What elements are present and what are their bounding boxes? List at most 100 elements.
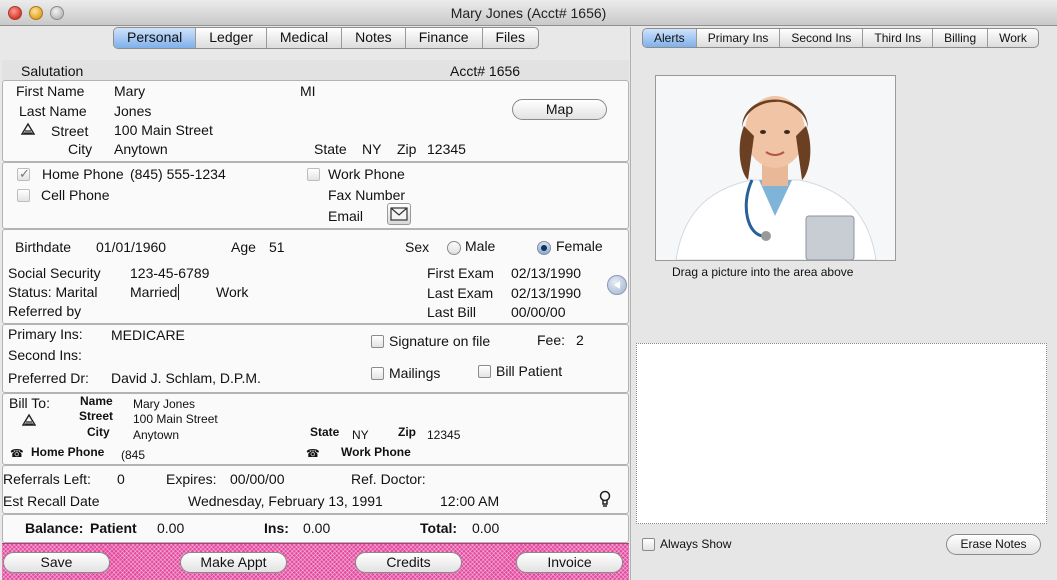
work-phone-checkbox[interactable] bbox=[307, 168, 320, 181]
tab-alerts[interactable]: Alerts bbox=[643, 29, 697, 47]
fax-number-label: Fax Number bbox=[328, 187, 406, 203]
tab-files[interactable]: Files bbox=[483, 28, 539, 48]
tab-primary-ins[interactable]: Primary Ins bbox=[697, 29, 781, 47]
alert-notes-area[interactable] bbox=[636, 343, 1047, 524]
lightbulb-icon[interactable] bbox=[598, 490, 612, 511]
street-label: Street bbox=[51, 123, 89, 139]
home-phone-checkbox[interactable] bbox=[17, 166, 30, 182]
tab-billing[interactable]: Billing bbox=[933, 29, 989, 47]
save-button[interactable]: Save bbox=[3, 552, 110, 573]
preferred-dr-label: Preferred Dr: bbox=[8, 370, 89, 386]
bill-to-label: Bill To: bbox=[9, 395, 50, 411]
birthdate-label: Birthdate bbox=[15, 239, 72, 255]
invoice-button[interactable]: Invoice bbox=[516, 552, 623, 573]
referrals-left-field[interactable]: 0 bbox=[117, 471, 125, 487]
map-button[interactable]: Map bbox=[512, 99, 607, 120]
tab-third-ins[interactable]: Third Ins bbox=[863, 29, 934, 47]
expires-field[interactable]: 00/00/00 bbox=[230, 471, 285, 487]
fee-field[interactable]: 2 bbox=[576, 332, 584, 348]
title-bar: Mary Jones (Acct# 1656) bbox=[0, 0, 1057, 26]
info-tabs: Alerts Primary Ins Second Ins Third Ins … bbox=[642, 28, 1039, 48]
preferred-dr-field[interactable]: David J. Schlam, D.P.M. bbox=[111, 370, 261, 386]
tab-notes[interactable]: Notes bbox=[342, 28, 406, 48]
bill-street-field[interactable]: 100 Main Street bbox=[133, 412, 218, 426]
first-exam-field[interactable]: 02/13/1990 bbox=[511, 265, 581, 281]
send-email-button[interactable] bbox=[387, 203, 411, 225]
balance-total-label: Total: bbox=[420, 520, 458, 536]
phone-icon: ☎ bbox=[306, 448, 320, 460]
bill-street-label: Street bbox=[79, 409, 114, 423]
last-exam-label: Last Exam bbox=[427, 285, 494, 301]
social-security-label: Social Security bbox=[8, 265, 101, 281]
zip-label: Zip bbox=[397, 141, 417, 157]
age-field: 51 bbox=[269, 239, 285, 255]
street-field[interactable]: 100 Main Street bbox=[114, 122, 213, 138]
state-label: State bbox=[314, 141, 347, 157]
last-name-field[interactable]: Jones bbox=[114, 103, 151, 119]
middle-initial-label: MI bbox=[300, 83, 316, 99]
credits-button[interactable]: Credits bbox=[355, 552, 462, 573]
tab-ledger[interactable]: Ledger bbox=[196, 28, 267, 48]
referrals-left-label: Referrals Left: bbox=[3, 471, 91, 487]
always-show-checkbox[interactable] bbox=[642, 538, 655, 551]
birthdate-field[interactable]: 01/01/1960 bbox=[96, 239, 166, 255]
bill-state-field[interactable]: NY bbox=[352, 428, 369, 442]
tab-personal[interactable]: Personal bbox=[114, 28, 197, 48]
patient-tabs: Personal Ledger Medical Notes Finance Fi… bbox=[113, 27, 540, 49]
drag-picture-hint: Drag a picture into the area above bbox=[672, 265, 854, 279]
male-label: Male bbox=[465, 238, 496, 254]
first-name-field[interactable]: Mary bbox=[114, 83, 145, 99]
ref-doctor-label: Ref. Doctor: bbox=[351, 471, 426, 487]
insurance-section bbox=[2, 324, 629, 393]
female-label: Female bbox=[556, 238, 603, 254]
tab-work[interactable]: Work bbox=[988, 29, 1038, 47]
home-phone-field[interactable]: (845) 555-1234 bbox=[130, 166, 226, 182]
marital-status-field[interactable]: Married bbox=[130, 284, 180, 300]
erase-notes-button[interactable]: Erase Notes bbox=[946, 534, 1041, 555]
female-radio[interactable] bbox=[537, 241, 551, 255]
last-exam-field[interactable]: 02/13/1990 bbox=[511, 285, 581, 301]
second-ins-label: Second Ins: bbox=[8, 347, 82, 363]
primary-ins-field[interactable]: MEDICARE bbox=[111, 327, 185, 343]
mailings-label: Mailings bbox=[389, 365, 441, 381]
tab-medical[interactable]: Medical bbox=[267, 28, 343, 48]
bill-home-phone-label: Home Phone bbox=[31, 445, 105, 459]
city-field[interactable]: Anytown bbox=[114, 141, 168, 157]
referred-by-label: Referred by bbox=[8, 303, 82, 319]
back-arrow-button[interactable] bbox=[607, 275, 627, 295]
bill-zip-field[interactable]: 12345 bbox=[427, 428, 460, 442]
zip-field[interactable]: 12345 bbox=[427, 141, 466, 157]
make-appt-button[interactable]: Make Appt bbox=[180, 552, 287, 573]
patient-photo-well[interactable] bbox=[655, 75, 896, 261]
state-field[interactable]: NY bbox=[362, 141, 381, 157]
mailings-checkbox[interactable] bbox=[371, 367, 384, 380]
salutation-label: Salutation bbox=[21, 63, 84, 79]
last-bill-field[interactable]: 00/00/00 bbox=[511, 304, 566, 320]
bill-name-label: Name bbox=[80, 394, 113, 408]
tab-finance[interactable]: Finance bbox=[406, 28, 483, 48]
recall-time-field[interactable]: 12:00 AM bbox=[440, 493, 499, 509]
bill-city-field[interactable]: Anytown bbox=[133, 428, 179, 442]
tab-second-ins[interactable]: Second Ins bbox=[780, 29, 864, 47]
signature-on-file-checkbox[interactable] bbox=[371, 335, 384, 348]
house-icon[interactable] bbox=[21, 413, 37, 430]
house-icon[interactable] bbox=[20, 122, 36, 139]
recall-date-label: Est Recall Date bbox=[3, 493, 100, 509]
bill-work-phone-label: Work Phone bbox=[341, 445, 411, 459]
cell-phone-checkbox[interactable] bbox=[17, 189, 30, 202]
recall-date-field[interactable]: Wednesday, February 13, 1991 bbox=[188, 493, 383, 509]
male-radio[interactable] bbox=[447, 241, 461, 255]
bill-name-field[interactable]: Mary Jones bbox=[133, 397, 195, 411]
city-label: City bbox=[68, 141, 93, 157]
account-number: Acct# 1656 bbox=[450, 63, 521, 79]
social-security-field[interactable]: 123-45-6789 bbox=[130, 265, 209, 281]
last-bill-label: Last Bill bbox=[427, 304, 477, 320]
work-phone-label: Work Phone bbox=[328, 166, 405, 182]
sex-label: Sex bbox=[405, 239, 430, 255]
first-name-label: First Name bbox=[16, 83, 85, 99]
bill-patient-checkbox[interactable] bbox=[478, 365, 491, 378]
balance-ins-value: 0.00 bbox=[303, 520, 331, 536]
first-exam-label: First Exam bbox=[427, 265, 494, 281]
patient-photo bbox=[656, 76, 895, 261]
bill-home-phone-field[interactable]: (845 bbox=[121, 448, 145, 462]
